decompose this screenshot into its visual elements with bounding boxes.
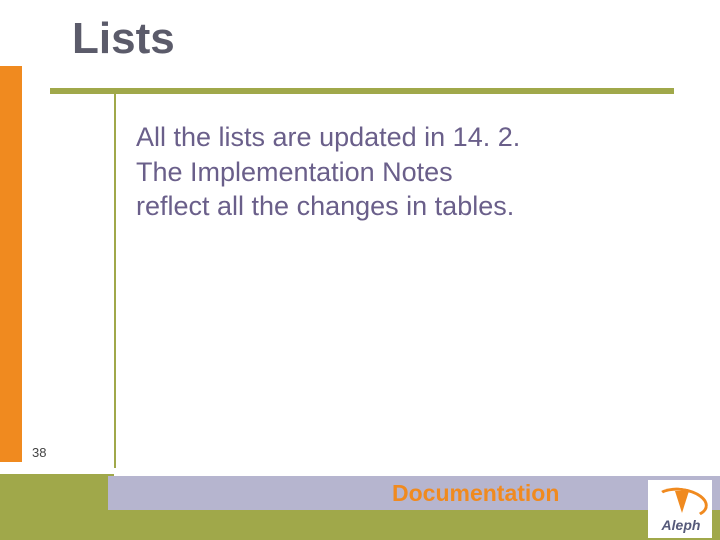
body-line: The Implementation Notes [136, 155, 656, 190]
body-line: reflect all the changes in tables. [136, 189, 656, 224]
vertical-divider [114, 88, 116, 468]
logo-swoosh-icon [653, 485, 709, 521]
slide-title: Lists [72, 14, 175, 64]
left-rail [0, 66, 22, 462]
footer: Documentation Aleph [0, 480, 720, 540]
footer-olive-bar [0, 510, 720, 540]
footer-label: Documentation [392, 476, 559, 510]
body-text: All the lists are updated in 14. 2. The … [136, 120, 656, 224]
slide: Lists All the lists are updated in 14. 2… [0, 0, 720, 540]
body-line: All the lists are updated in 14. 2. [136, 120, 656, 155]
aleph-logo: Aleph [648, 480, 712, 538]
page-number: 38 [32, 445, 46, 460]
title-underline [50, 88, 674, 94]
